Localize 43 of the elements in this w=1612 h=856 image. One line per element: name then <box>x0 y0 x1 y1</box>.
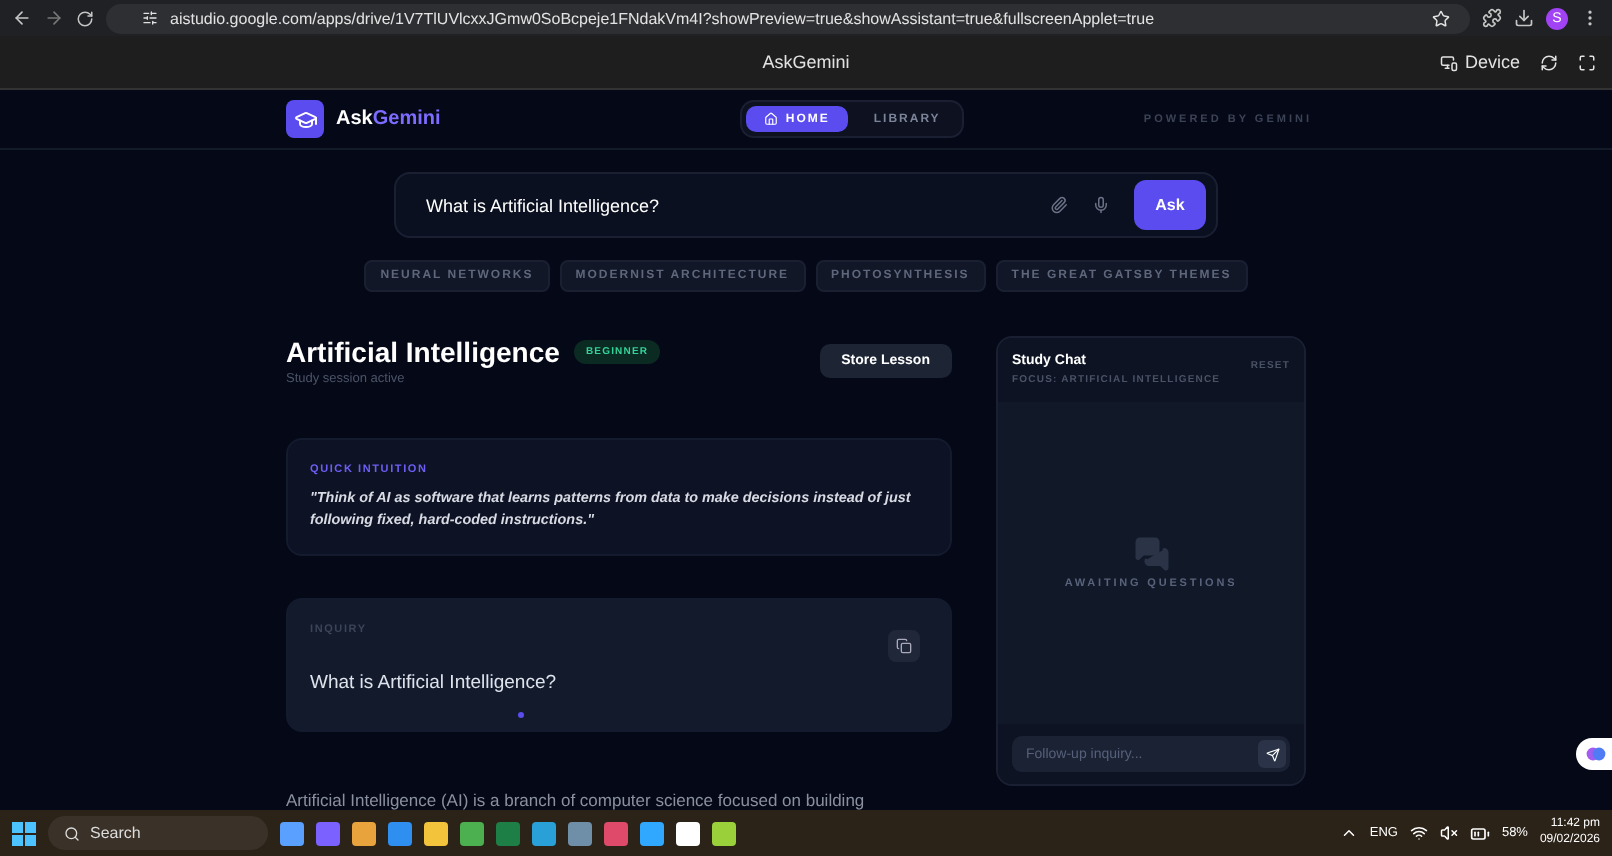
fullscreen-icon[interactable] <box>1578 53 1596 71</box>
star-icon[interactable] <box>1432 9 1450 27</box>
chevron-up-icon[interactable] <box>1339 824 1358 842</box>
taskbar-search[interactable]: Search <box>48 816 268 850</box>
house-icon <box>763 112 778 127</box>
wifi-icon[interactable] <box>1409 824 1428 842</box>
forward-icon[interactable] <box>44 8 64 28</box>
refresh-icon[interactable] <box>1540 53 1558 71</box>
paperclip-icon[interactable] <box>1050 196 1068 215</box>
send-icon <box>1265 747 1279 762</box>
graduation-cap-logo <box>286 100 324 139</box>
lesson-paragraph: Artificial Intelligence (AI) is a branch of computer science focused on building <box>286 790 867 810</box>
logo-text: AskGemini <box>336 108 441 131</box>
copy-button[interactable] <box>888 630 920 662</box>
back-icon[interactable] <box>12 8 32 28</box>
ask-button[interactable]: Ask <box>1134 180 1206 231</box>
app-icon[interactable] <box>712 821 736 845</box>
app-title: AskGemini <box>762 52 850 72</box>
mute-icon[interactable] <box>1439 824 1458 842</box>
lesson-title: Artificial Intelligence <box>286 336 560 369</box>
puzzle-icon[interactable] <box>1482 8 1502 28</box>
loading-dot <box>518 712 524 718</box>
send-button[interactable] <box>1258 740 1286 769</box>
copy-icon <box>896 638 912 654</box>
chat-bubbles-icon <box>1133 536 1169 573</box>
site-settings-icon[interactable] <box>142 10 158 26</box>
microphone-icon[interactable] <box>1092 196 1110 215</box>
battery-icon[interactable] <box>1469 823 1490 843</box>
question-field[interactable]: What is Artificial Intelligence? Ask <box>394 172 1218 239</box>
app-icon[interactable] <box>676 821 700 845</box>
app-icon[interactable] <box>352 821 376 845</box>
device-button[interactable]: Device <box>1440 52 1520 72</box>
app-icon[interactable] <box>280 821 304 845</box>
inquiry-question: What is Artificial Intelligence? <box>310 672 559 694</box>
reload-icon[interactable] <box>76 9 94 27</box>
address-bar[interactable]: aistudio.google.com/apps/drive/1V7TlUVlcxxJGmw0SoBcpeje1FNdakVm4I?showPreview=true&showAssistant=true&fullscreenApplet=true <box>106 3 1470 33</box>
app-icon[interactable] <box>460 821 484 845</box>
download-icon[interactable] <box>1514 8 1534 28</box>
app-icon[interactable] <box>640 821 664 845</box>
devices-icon <box>1440 53 1459 71</box>
search-icon <box>64 825 80 841</box>
app-icon[interactable] <box>424 821 448 845</box>
windows-start-icon[interactable] <box>12 821 36 845</box>
